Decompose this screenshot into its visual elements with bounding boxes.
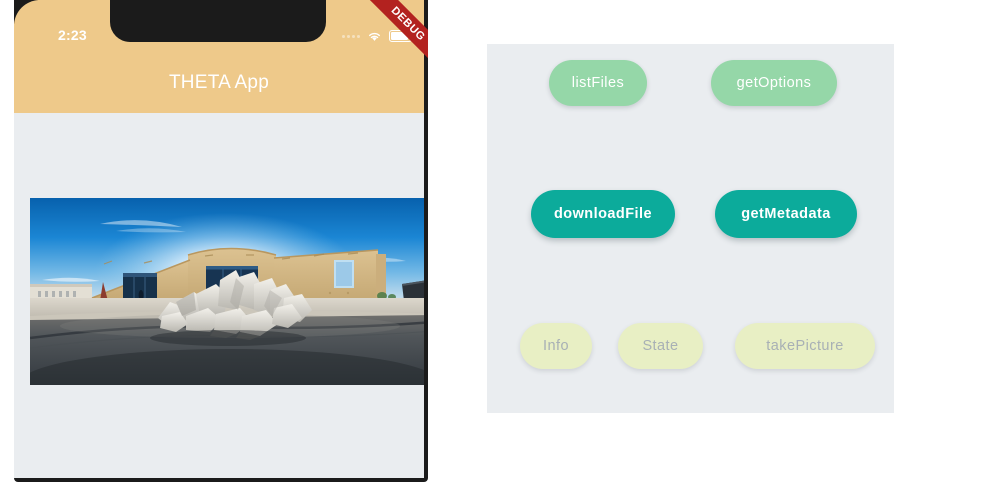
wifi-icon — [367, 30, 382, 42]
phone-notch — [110, 0, 326, 42]
page-title: THETA App — [168, 72, 270, 93]
info-button[interactable]: Info — [520, 323, 592, 369]
get-options-button[interactable]: getOptions — [711, 60, 837, 106]
action-button-panel: listFiles getOptions downloadFile getMet… — [487, 44, 894, 413]
list-files-button[interactable]: listFiles — [549, 60, 647, 106]
phone-mockup: 2:23 THETA App DEBUG — [14, 0, 428, 482]
download-file-button[interactable]: downloadFile — [531, 190, 675, 238]
panorama-photo — [30, 198, 424, 385]
phone-screen: 2:23 THETA App — [14, 0, 424, 478]
app-bar: 2:23 THETA App — [14, 0, 424, 113]
get-metadata-button[interactable]: getMetadata — [715, 190, 857, 238]
take-picture-button[interactable]: takePicture — [735, 323, 875, 369]
status-bar-time: 2:23 — [58, 27, 87, 43]
state-button[interactable]: State — [618, 323, 703, 369]
signal-dots-icon — [342, 34, 360, 38]
